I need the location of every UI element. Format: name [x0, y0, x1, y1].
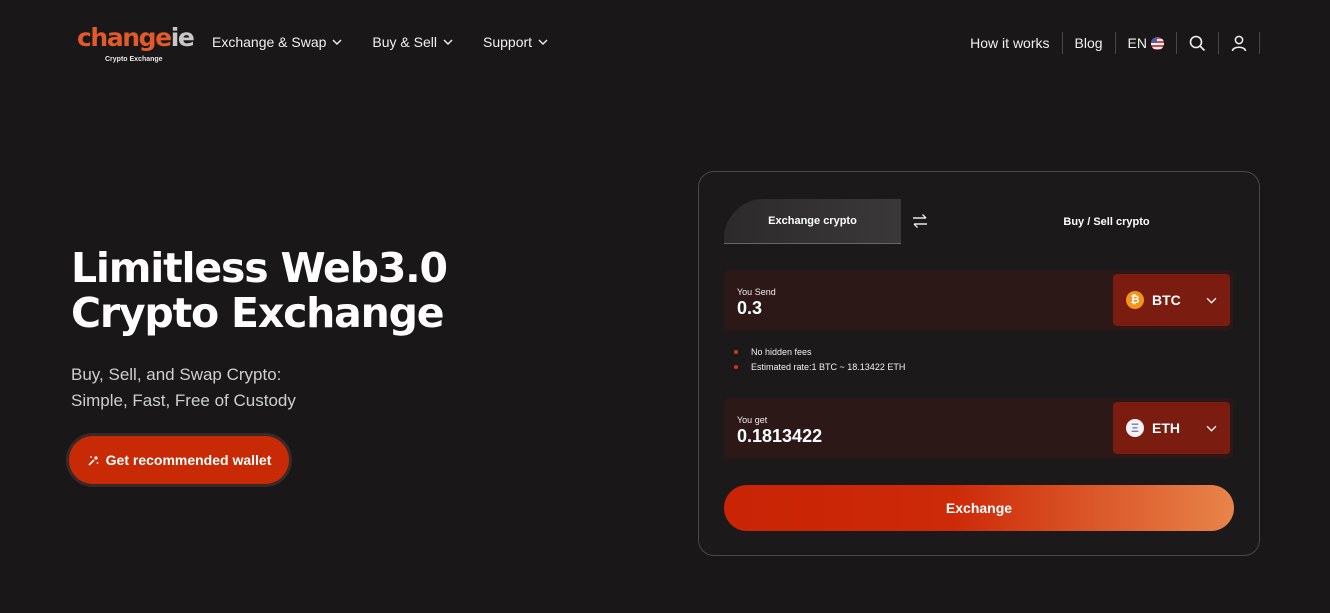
search-button[interactable]	[1177, 31, 1218, 55]
chevron-down-icon	[443, 39, 453, 45]
nav-support-label: Support	[483, 34, 533, 50]
wallet-icon	[88, 455, 99, 466]
nav-exchange-swap[interactable]: Exchange & Swap	[212, 34, 342, 50]
get-coin-selector[interactable]: Ξ ETH	[1113, 402, 1230, 454]
send-amount-input[interactable]: 0.3	[737, 298, 762, 319]
exchange-card: Exchange crypto Buy / Sell crypto You Se…	[698, 171, 1260, 556]
ethereum-icon: Ξ	[1126, 419, 1144, 437]
tab-exchange-crypto[interactable]: Exchange crypto	[724, 199, 901, 244]
get-label: You get	[737, 415, 768, 425]
get-wallet-label: Get recommended wallet	[105, 452, 272, 468]
send-amount-field[interactable]: You Send 0.3 ₿ BTC	[724, 270, 1233, 331]
send-label: You Send	[737, 287, 776, 297]
get-wallet-button[interactable]: Get recommended wallet	[69, 436, 289, 484]
nav-exchange-swap-label: Exchange & Swap	[212, 34, 327, 50]
nav-support[interactable]: Support	[483, 34, 548, 50]
logo[interactable]: changeie Crypto Exchange	[77, 23, 195, 68]
logo-wordmark: changeie	[77, 23, 195, 52]
info-estimated-rate: Estimated rate:1 BTC ~ 18.13422 ETH	[751, 362, 906, 372]
hero-subtitle-line2: Simple, Fast, Free of Custody	[71, 391, 296, 410]
bullet-dot	[734, 350, 738, 354]
nav-buy-sell-label: Buy & Sell	[372, 34, 437, 50]
chevron-down-icon	[332, 39, 342, 45]
get-coin-name: ETH	[1152, 420, 1180, 436]
logo-tagline: Crypto Exchange	[105, 56, 163, 63]
hero-subtitle: Buy, Sell, and Swap Crypto: Simple, Fast…	[71, 362, 391, 414]
bitcoin-icon: ₿	[1126, 291, 1144, 309]
divider	[1259, 32, 1260, 54]
chevron-down-icon	[1206, 297, 1217, 304]
search-icon	[1189, 35, 1206, 51]
swap-arrows-icon[interactable]	[911, 212, 929, 230]
header-right-nav: How it works Blog EN	[958, 31, 1260, 55]
chevron-down-icon	[1206, 425, 1217, 432]
send-coin-selector[interactable]: ₿ BTC	[1113, 274, 1230, 326]
chevron-down-icon	[538, 39, 548, 45]
account-button[interactable]	[1219, 31, 1259, 55]
language-label: EN	[1127, 35, 1147, 51]
us-flag-icon	[1151, 36, 1164, 50]
how-it-works-link[interactable]: How it works	[958, 31, 1061, 55]
blog-link[interactable]: Blog	[1063, 31, 1115, 55]
hero-subtitle-line1: Buy, Sell, and Swap Crypto:	[71, 365, 282, 384]
info-item: Estimated rate:1 BTC ~ 18.13422 ETH	[734, 362, 1034, 372]
main-nav: Exchange & Swap Buy & Sell Support	[212, 34, 548, 50]
send-coin-name: BTC	[1152, 292, 1181, 308]
hero-title-line2: Crypto Exchange	[71, 289, 445, 337]
hero-title: Limitless Web3.0 Crypto Exchange	[71, 246, 491, 336]
bullet-dot	[734, 365, 738, 369]
get-amount-value: 0.1813422	[737, 426, 823, 446]
nav-buy-sell[interactable]: Buy & Sell	[372, 34, 453, 50]
info-no-hidden-fees: No hidden fees	[751, 347, 812, 357]
get-amount-field[interactable]: You get 0.1813422 Ξ ETH	[724, 398, 1233, 459]
info-item: No hidden fees	[734, 347, 1034, 357]
language-selector[interactable]: EN	[1116, 31, 1176, 55]
user-icon	[1231, 35, 1247, 51]
exchange-button[interactable]: Exchange	[724, 485, 1234, 531]
hero-title-line1: Limitless Web3.0	[71, 244, 448, 292]
tab-buy-sell-crypto[interactable]: Buy / Sell crypto	[1034, 199, 1179, 244]
